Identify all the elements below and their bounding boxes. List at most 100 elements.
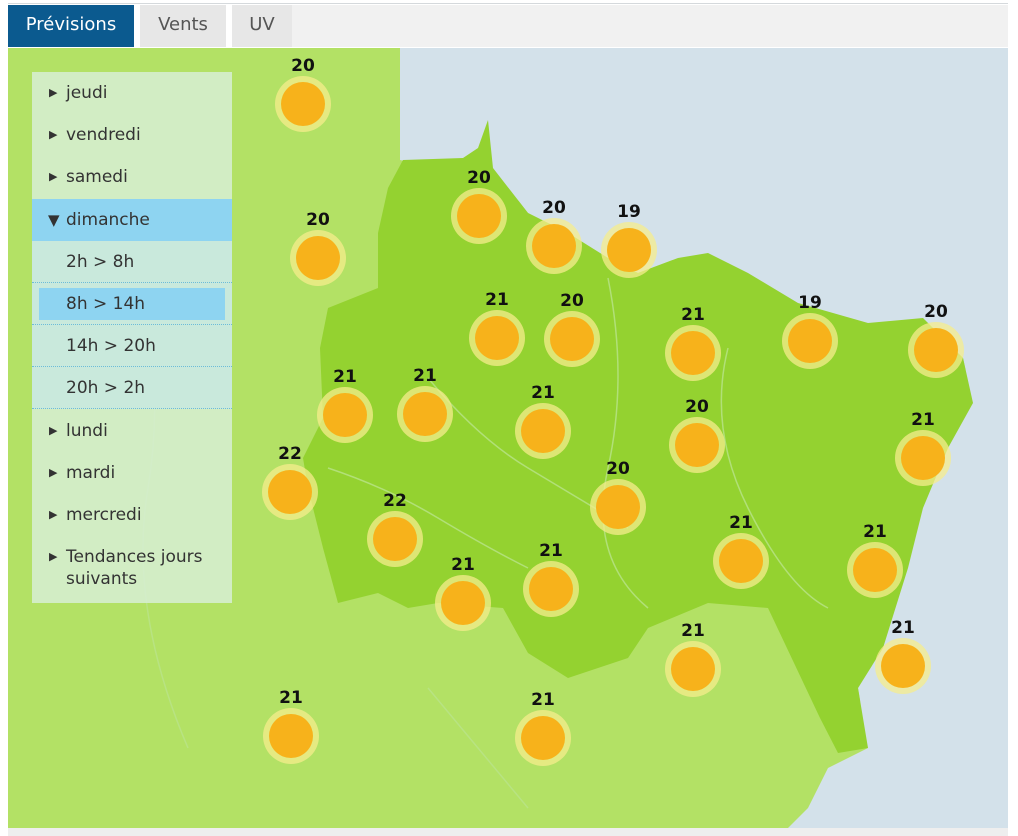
weather-marker[interactable]: 21 [261, 688, 321, 768]
temperature-label: 21 [333, 367, 357, 387]
weather-marker[interactable]: 20 [524, 198, 584, 278]
slot-20h-2h[interactable]: 20h > 2h [32, 367, 232, 409]
weather-marker[interactable]: 21 [663, 305, 723, 385]
weather-marker[interactable]: 19 [599, 202, 659, 282]
temperature-label: 20 [606, 459, 630, 479]
sun-icon [713, 533, 769, 589]
menu-item-lundi[interactable]: ▶ lundi [32, 410, 232, 452]
sun-icon [523, 561, 579, 617]
temperature-label: 22 [278, 444, 302, 464]
sun-icon [665, 325, 721, 381]
temperature-label: 21 [681, 305, 705, 325]
sun-icon [275, 76, 331, 132]
weather-marker[interactable]: 21 [845, 522, 905, 602]
sun-icon [262, 464, 318, 520]
temperature-label: 21 [891, 618, 915, 638]
sun-icon [263, 708, 319, 764]
weather-marker[interactable]: 21 [663, 621, 723, 701]
temperature-label: 21 [681, 621, 705, 641]
temperature-label: 20 [306, 210, 330, 230]
weather-marker[interactable]: 21 [395, 366, 455, 446]
sun-icon [515, 403, 571, 459]
temperature-label: 20 [467, 168, 491, 188]
weather-marker[interactable]: 20 [449, 168, 509, 248]
temperature-label: 19 [617, 202, 641, 222]
sun-icon [451, 188, 507, 244]
weather-marker[interactable]: 20 [588, 459, 648, 539]
collapse-arrow-icon: ▼ [48, 211, 60, 229]
temperature-label: 21 [279, 688, 303, 708]
temperature-label: 20 [560, 291, 584, 311]
menu-item-vendredi[interactable]: ▶ vendredi [32, 114, 232, 156]
sun-icon [590, 479, 646, 535]
temperature-label: 20 [685, 397, 709, 417]
sun-icon [317, 387, 373, 443]
sun-icon [847, 542, 903, 598]
weather-marker[interactable]: 21 [873, 618, 933, 698]
weather-marker[interactable]: 22 [365, 491, 425, 571]
temperature-label: 21 [413, 366, 437, 386]
top-divider [8, 3, 1008, 4]
temperature-label: 21 [451, 555, 475, 575]
expand-arrow-icon: ▶ [49, 424, 58, 437]
weather-marker[interactable]: 21 [467, 290, 527, 370]
temperature-label: 20 [291, 56, 315, 76]
temperature-label: 21 [539, 541, 563, 561]
bottom-border [8, 828, 1008, 836]
sun-icon [782, 313, 838, 369]
temperature-label: 21 [863, 522, 887, 542]
expand-arrow-icon: ▶ [49, 550, 58, 563]
slot-8h-14h[interactable]: 8h > 14h [32, 283, 232, 325]
weather-marker[interactable]: 21 [893, 410, 953, 490]
weather-marker[interactable]: 20 [906, 302, 966, 382]
sun-icon [290, 230, 346, 286]
expand-arrow-icon: ▶ [49, 508, 58, 521]
expand-arrow-icon: ▶ [49, 128, 58, 141]
temperature-label: 20 [924, 302, 948, 322]
weather-marker[interactable]: 20 [667, 397, 727, 477]
weather-marker[interactable]: 20 [273, 56, 333, 136]
menu-item-jeudi[interactable]: ▶ jeudi [32, 72, 232, 114]
weather-marker[interactable]: 21 [315, 367, 375, 447]
temperature-label: 20 [542, 198, 566, 218]
expand-arrow-icon: ▶ [49, 170, 58, 183]
weather-marker[interactable]: 19 [780, 293, 840, 373]
temperature-label: 21 [531, 383, 555, 403]
weather-marker[interactable]: 21 [513, 383, 573, 463]
weather-marker[interactable]: 22 [260, 444, 320, 524]
sun-icon [544, 311, 600, 367]
temperature-label: 22 [383, 491, 407, 511]
tab-bar: Prévisions Vents UV [0, 0, 1018, 48]
menu-item-dimanche[interactable]: ▼ dimanche [32, 199, 232, 241]
sun-icon [469, 310, 525, 366]
sun-icon [397, 386, 453, 442]
weather-marker[interactable]: 21 [433, 555, 493, 635]
menu-item-tendances[interactable]: ▶ Tendances jours suivants [32, 542, 232, 606]
menu-item-samedi[interactable]: ▶ samedi [32, 156, 232, 198]
slot-2h-8h[interactable]: 2h > 8h [32, 241, 232, 283]
weather-marker[interactable]: 20 [542, 291, 602, 371]
expand-arrow-icon: ▶ [49, 466, 58, 479]
weather-marker[interactable]: 21 [513, 690, 573, 770]
weather-marker[interactable]: 20 [288, 210, 348, 290]
menu-item-mardi[interactable]: ▶ mardi [32, 452, 232, 494]
temperature-label: 19 [798, 293, 822, 313]
weather-marker[interactable]: 21 [711, 513, 771, 593]
weather-marker[interactable]: 21 [521, 541, 581, 621]
sun-icon [435, 575, 491, 631]
sun-icon [367, 511, 423, 567]
sun-icon [515, 710, 571, 766]
tab-vents[interactable]: Vents [140, 5, 226, 47]
slot-14h-20h[interactable]: 14h > 20h [32, 325, 232, 367]
tab-previsions[interactable]: Prévisions [8, 5, 134, 47]
tab-uv[interactable]: UV [232, 5, 292, 47]
tab-bar-filler [292, 5, 1008, 47]
temperature-label: 21 [729, 513, 753, 533]
temperature-label: 21 [531, 690, 555, 710]
day-menu: ▶ jeudi ▶ vendredi ▶ samedi ▼ dimanche 2h > … [32, 72, 232, 603]
sun-icon [895, 430, 951, 486]
temperature-label: 21 [911, 410, 935, 430]
sun-icon [665, 641, 721, 697]
sun-icon [669, 417, 725, 473]
menu-item-mercredi[interactable]: ▶ mercredi [32, 494, 232, 536]
